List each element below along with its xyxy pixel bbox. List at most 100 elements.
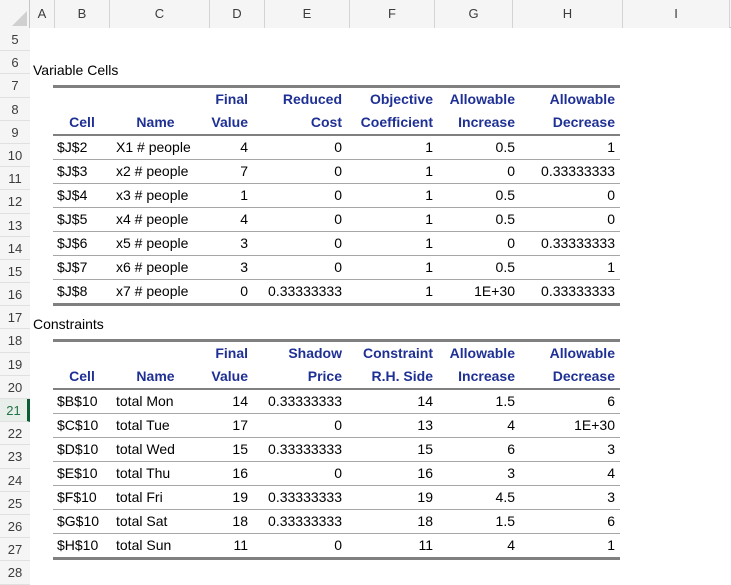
cn-cell: $C$10 [53,413,112,438]
row-header-15[interactable]: 15 [0,259,30,284]
vc-reduced-cost: 0 [253,159,347,184]
table-row[interactable]: $E$10 total Thu 16 0 16 3 4 [53,461,620,486]
row-header-5[interactable]: 5 [0,28,30,52]
cn-cell: $G$10 [53,509,112,534]
cn-rhs: 15 [347,437,438,462]
vc-hdr-top-2: Final [200,85,253,111]
cn-final-value: 19 [200,485,253,510]
vc-cell: $J$4 [53,183,112,208]
cn-shadow-price: 0 [253,413,347,438]
cn-hdr-top-2: Final [200,339,253,365]
column-header-c[interactable]: C [110,0,210,28]
cn-name: total Fri [112,485,200,510]
table-row[interactable]: $J$6 x5 # people 3 0 1 0 0.33333333 [53,231,620,256]
cn-hdr-top-0 [53,339,112,365]
cn-cell: $E$10 [53,461,112,486]
row-header-11[interactable]: 11 [0,167,30,191]
row-header-22[interactable]: 22 [0,422,30,446]
cn-hdr-top-4: Constraint [347,339,438,365]
cn-allowable-increase: 1.5 [438,389,520,414]
row-header-27[interactable]: 27 [0,538,30,562]
vc-objective-coefficient: 1 [347,159,438,184]
vc-hdr-top-6: Allowable [520,85,620,111]
row-header-25[interactable]: 25 [0,491,30,515]
cn-hdr-top-3: Shadow [253,339,347,365]
row-header-6[interactable]: 6 [0,51,30,75]
row-header-7[interactable]: 7 [0,74,30,98]
row-header-28[interactable]: 28 [0,561,30,585]
row-header-20[interactable]: 20 [0,375,30,399]
column-header-g[interactable]: G [435,0,513,28]
row-header-26[interactable]: 26 [0,514,30,539]
row-header-13[interactable]: 13 [0,213,30,237]
column-header-i[interactable]: I [623,0,730,28]
row-header-21[interactable]: 21 [0,399,30,423]
cn-name: total Mon [112,389,200,414]
vc-objective-coefficient: 1 [347,135,438,160]
vc-allowable-decrease: 0.33333333 [520,159,620,184]
vc-allowable-decrease: 0.33333333 [520,279,620,306]
row-header-18[interactable]: 18 [0,329,30,353]
vc-cell: $J$8 [53,279,112,306]
select-all-corner[interactable] [0,0,30,28]
row-header-12[interactable]: 12 [0,190,30,214]
row-header-14[interactable]: 14 [0,236,30,260]
constraints-header-top: Final Shadow Constraint Allowable Allowa… [53,339,620,365]
cn-rhs: 11 [347,533,438,560]
row-header-10[interactable]: 10 [0,143,30,168]
row-header-24[interactable]: 24 [0,468,30,492]
column-header-b[interactable]: B [55,0,110,28]
table-row[interactable]: $J$2 X1 # people 4 0 1 0.5 1 [53,135,620,160]
vc-allowable-increase: 0.5 [438,207,520,232]
cn-final-value: 15 [200,437,253,462]
table-row[interactable]: $J$8 x7 # people 0 0.33333333 1 1E+30 0.333333… [53,279,620,306]
row-header-23[interactable]: 23 [0,445,30,469]
row-header-9[interactable]: 9 [0,120,30,144]
table-row[interactable]: $C$10 total Tue 17 0 13 4 1E+30 [53,413,620,438]
row-header-17[interactable]: 17 [0,306,30,330]
cn-shadow-price: 0.33333333 [253,437,347,462]
vc-allowable-increase: 1E+30 [438,279,520,306]
constraints-title: Constraints [33,316,104,332]
cn-rhs: 19 [347,485,438,510]
grid-body[interactable]: Variable Cells Final Reduced Objective A… [31,28,731,585]
vc-name: X1 # people [112,135,200,160]
table-row[interactable]: $J$7 x6 # people 3 0 1 0.5 1 [53,255,620,280]
vc-allowable-increase: 0.5 [438,135,520,160]
row-header-8[interactable]: 8 [0,97,30,121]
cn-allowable-decrease: 6 [520,389,620,414]
constraints-header-bottom: Cell Name Value Price R.H. Side Increase… [53,365,620,390]
column-header-d[interactable]: D [210,0,265,28]
table-row[interactable]: $H$10 total Sun 11 0 11 4 1 [53,533,620,560]
cn-allowable-increase: 4 [438,533,520,560]
vc-cell: $J$5 [53,207,112,232]
table-row[interactable]: $G$10 total Sat 18 0.33333333 18 1.5 6 [53,509,620,534]
table-row[interactable]: $J$3 x2 # people 7 0 1 0 0.33333333 [53,159,620,184]
cn-hdr-rhs: R.H. Side [347,365,438,390]
column-header-e[interactable]: E [265,0,350,28]
cn-shadow-price: 0.33333333 [253,509,347,534]
cn-final-value: 17 [200,413,253,438]
cn-hdr-shadow-price: Price [253,365,347,390]
column-header-h[interactable]: H [513,0,623,28]
vc-objective-coefficient: 1 [347,207,438,232]
table-row[interactable]: $F$10 total Fri 19 0.33333333 19 4.5 3 [53,485,620,510]
vc-final-value: 3 [200,255,253,280]
vc-allowable-increase: 0 [438,231,520,256]
vc-reduced-cost: 0 [253,255,347,280]
table-row[interactable]: $D$10 total Wed 15 0.33333333 15 6 3 [53,437,620,462]
table-row[interactable]: $B$10 total Mon 14 0.33333333 14 1.5 6 [53,389,620,414]
vc-reduced-cost: 0 [253,135,347,160]
cn-hdr-top-6: Allowable [520,339,620,365]
table-row[interactable]: $J$4 x3 # people 1 0 1 0.5 0 [53,183,620,208]
cn-allowable-increase: 4 [438,413,520,438]
vc-hdr-allowable-decrease: Decrease [520,111,620,136]
vc-reduced-cost: 0.33333333 [253,279,347,306]
column-header-f[interactable]: F [350,0,435,28]
row-header-19[interactable]: 19 [0,352,30,376]
row-header-16[interactable]: 16 [0,283,30,307]
column-header-a[interactable]: A [30,0,55,28]
table-row[interactable]: $J$5 x4 # people 4 0 1 0.5 0 [53,207,620,232]
cn-name: total Sun [112,533,200,560]
vc-final-value: 4 [200,207,253,232]
